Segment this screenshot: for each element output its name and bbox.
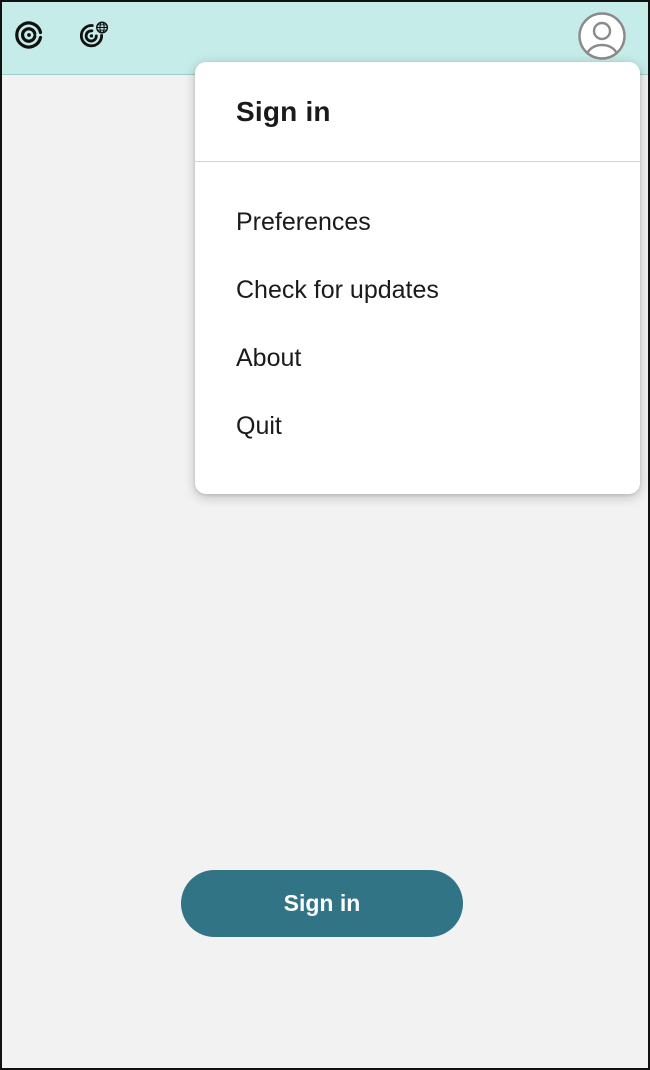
- citrix-web-icon[interactable]: [80, 20, 110, 50]
- menu-sign-in-item[interactable]: Sign in: [236, 96, 331, 128]
- account-dropdown-menu: Sign in Preferences Check for updates Ab…: [195, 62, 640, 494]
- menu-item-quit[interactable]: Quit: [195, 392, 640, 460]
- sign-in-button[interactable]: Sign in: [181, 870, 463, 937]
- menu-header: Sign in: [195, 62, 640, 162]
- citrix-workspace-icon[interactable]: [14, 20, 44, 50]
- menu-item-check-for-updates[interactable]: Check for updates: [195, 256, 640, 324]
- user-avatar-icon[interactable]: [578, 12, 626, 60]
- menu-item-about[interactable]: About: [195, 324, 640, 392]
- menu-list: Preferences Check for updates About Quit: [195, 162, 640, 460]
- menu-item-preferences[interactable]: Preferences: [195, 188, 640, 256]
- app-window: Sign in Preferences Check for updates Ab…: [0, 0, 650, 1070]
